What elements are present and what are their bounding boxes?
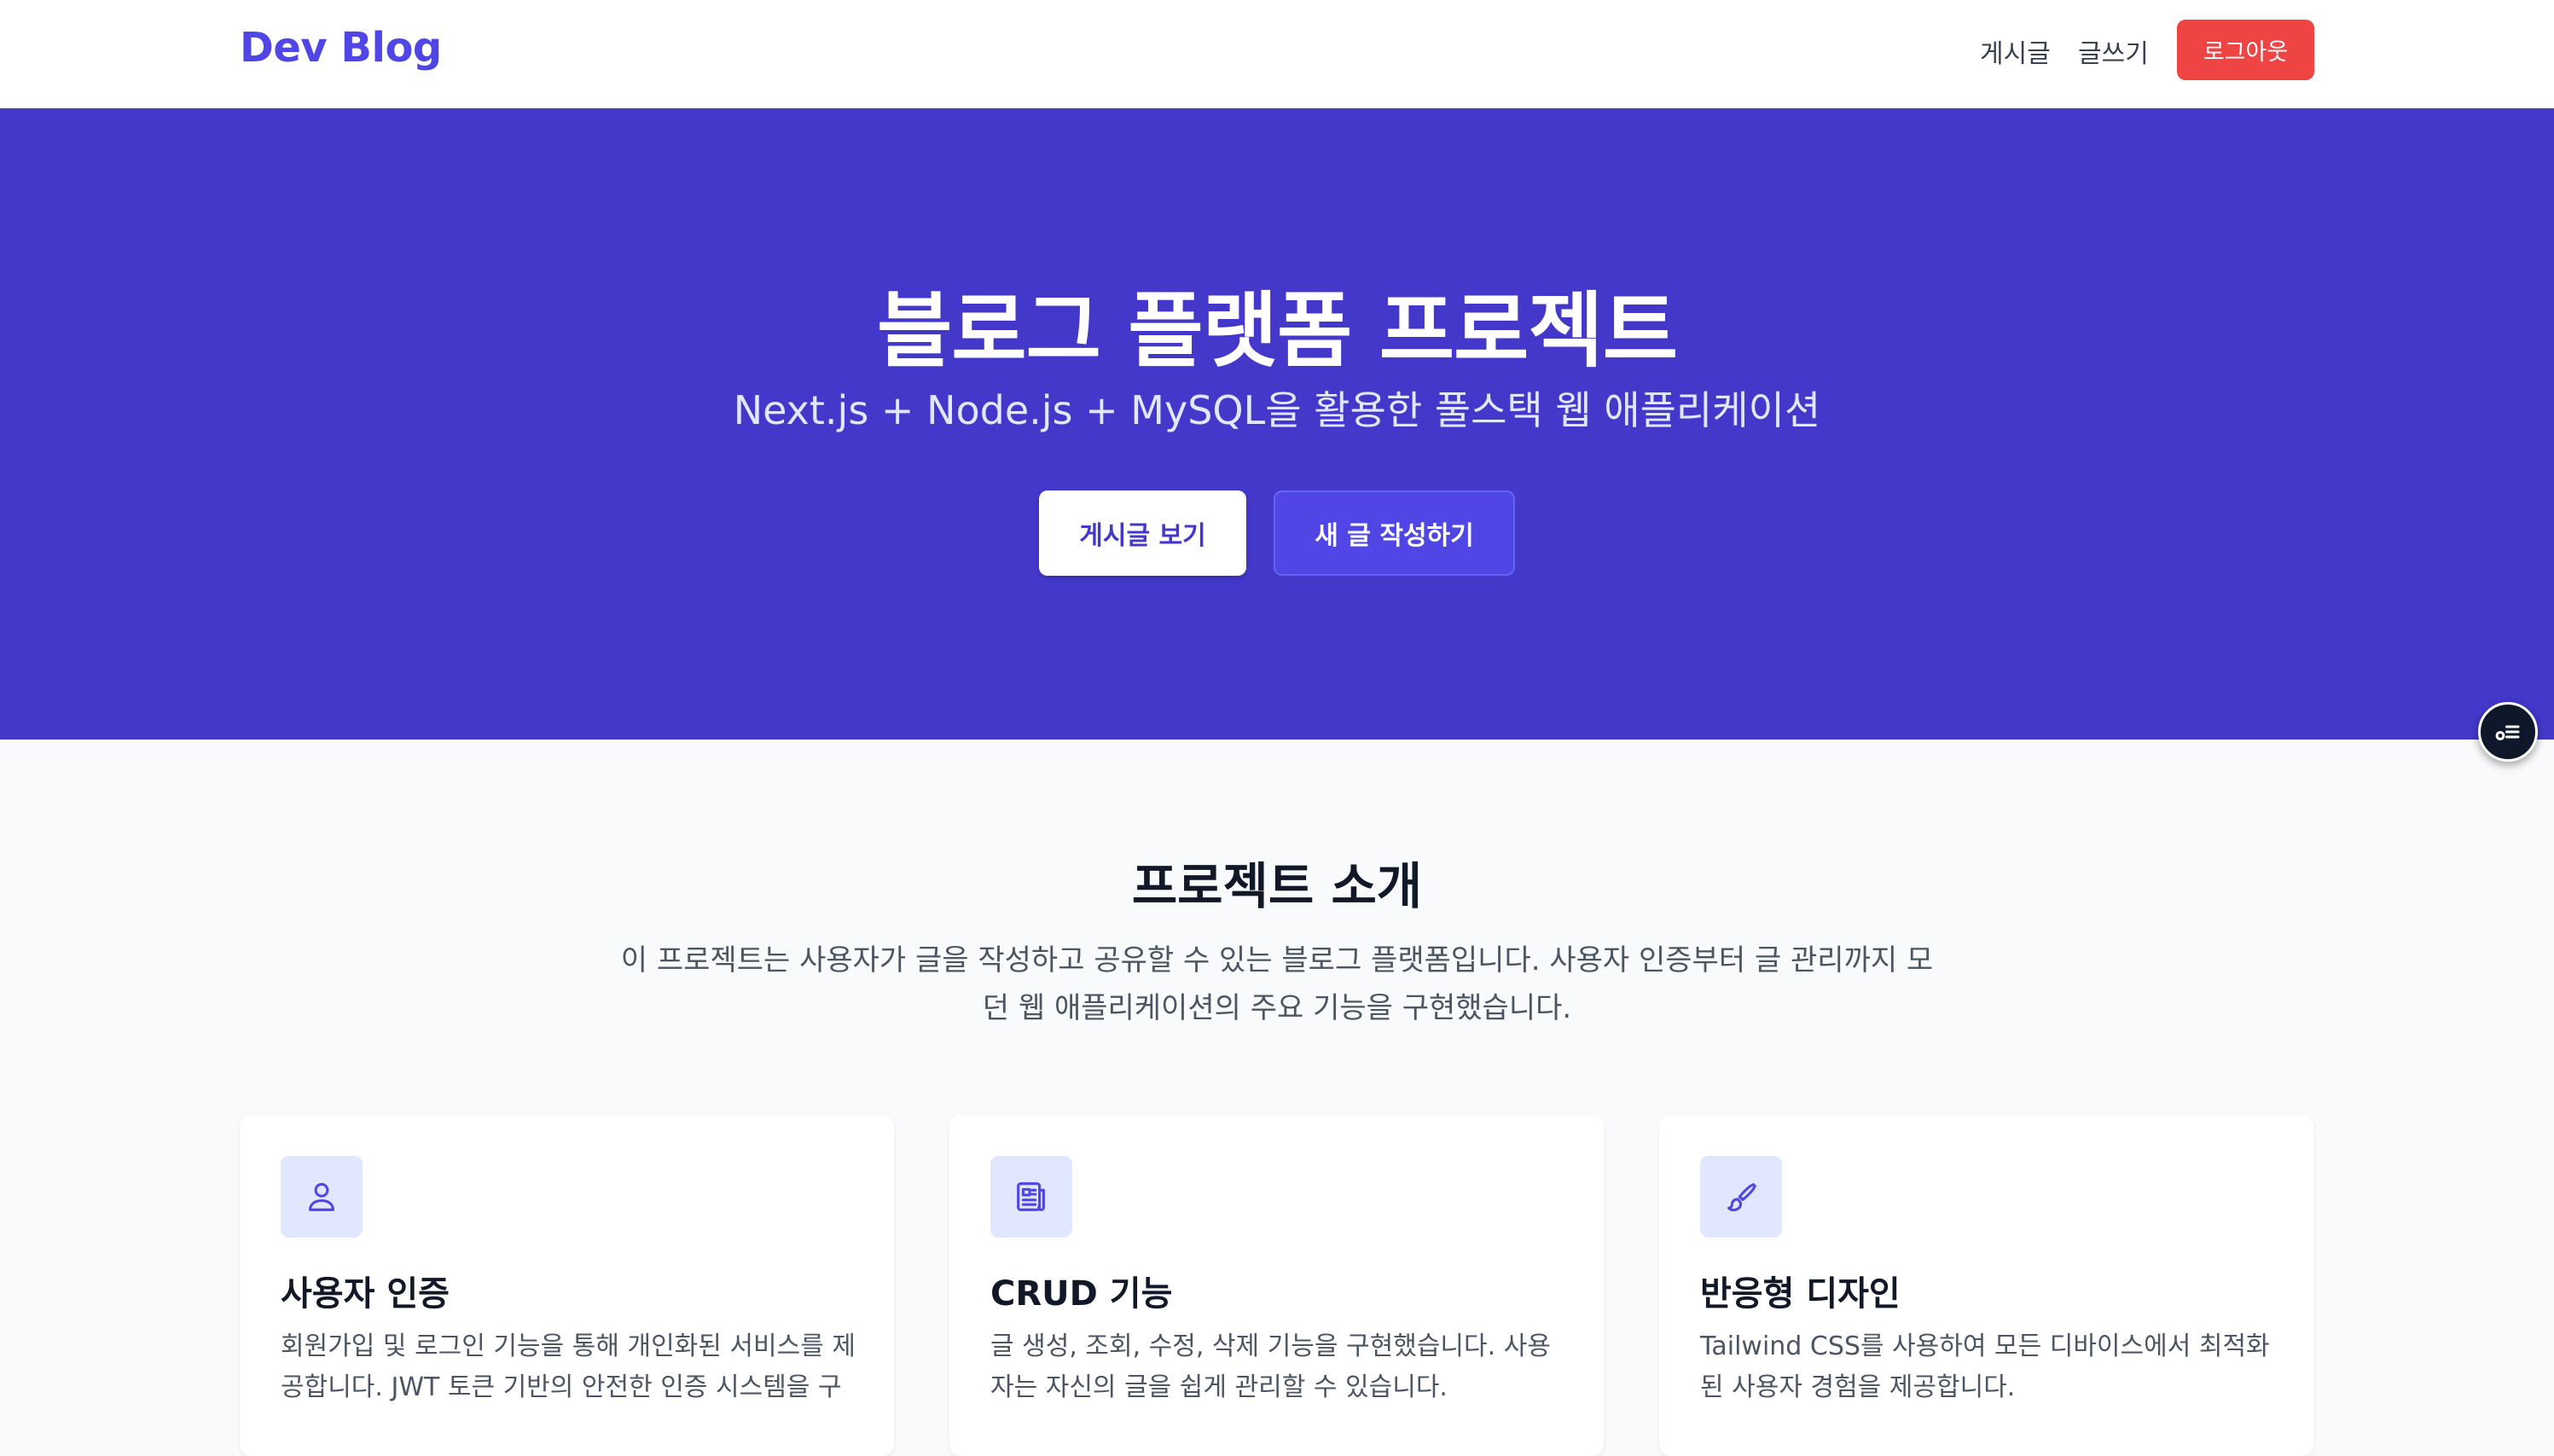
intro-description: 이 프로젝트는 사용자가 글을 작성하고 공유할 수 있는 블로그 플랫폼입니다… [620,943,1934,1025]
hero-title: 블로그 플랫폼 프로젝트 [876,283,1678,379]
floating-menu-button[interactable] [2478,702,2538,762]
feature-card-auth: 사용자 인증 회원가입 및 로그인 기능을 통해 개인화된 서비스를 제공합니다… [240,1115,894,1456]
intro-title: 프로젝트 소개 [1131,857,1423,915]
site-header: Dev Blog 게시글 글쓰기 로그아웃 [0,0,2554,108]
new-post-button[interactable]: 새 글 작성하기 [1274,490,1515,576]
feature-title: 반응형 디자인 [1700,1274,1901,1314]
paintbrush-icon [1727,1183,1756,1212]
list-settings-icon [2495,725,2520,740]
newspaper-icon [1017,1182,1045,1211]
nav-link-write[interactable]: 글쓰기 [2078,32,2149,70]
logout-button[interactable]: 로그아웃 [2177,20,2314,80]
hero-section: 블로그 플랫폼 프로젝트 Next.js + Node.js + MySQL을 … [0,108,2554,740]
feature-card-responsive: 반응형 디자인 Tailwind CSS를 사용하여 모든 디바이스에서 최적화… [1659,1115,2313,1456]
feature-icon-box [1700,1156,1782,1238]
hero-subtitle: Next.js + Node.js + MySQL을 활용한 풀스택 웹 애플리… [733,387,1821,433]
site-logo[interactable]: Dev Blog [240,24,442,72]
feature-description: Tailwind CSS를 사용하여 모든 디바이스에서 최적화된 사용자 경험… [1700,1331,2270,1402]
feature-icon-box [990,1156,1072,1238]
feature-icon-box [281,1156,363,1238]
feature-title: 사용자 인증 [281,1274,450,1314]
feature-card-crud: CRUD 기능 글 생성, 조회, 수정, 삭제 기능을 구현했습니다. 사용자… [949,1115,1604,1456]
feature-title: CRUD 기능 [990,1274,1173,1314]
user-icon [309,1182,334,1211]
view-posts-button[interactable]: 게시글 보기 [1039,490,1246,576]
nav-link-posts[interactable]: 게시글 [1980,32,2051,70]
feature-description: 회원가입 및 로그인 기능을 통해 개인화된 서비스를 제공합니다. JWT 토… [281,1331,856,1402]
feature-description: 글 생성, 조회, 수정, 삭제 기능을 구현했습니다. 사용자는 자신의 글을… [990,1331,1551,1402]
